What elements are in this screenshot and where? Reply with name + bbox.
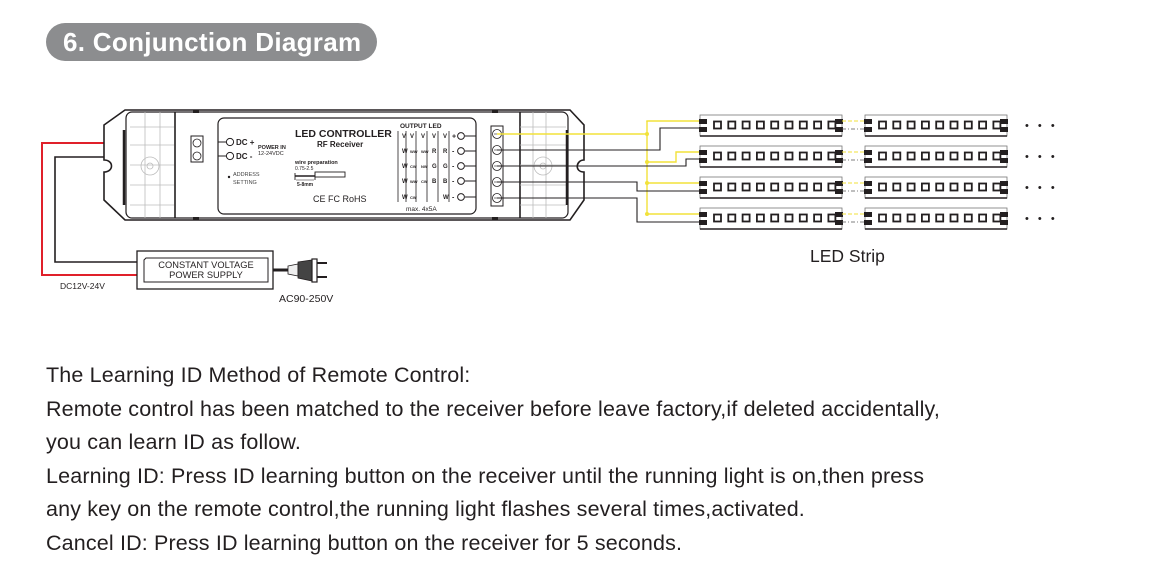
led-strip-segment: [864, 114, 1008, 137]
continuation-dots: • • •: [1025, 120, 1058, 132]
solder-pad-icon: [699, 220, 707, 225]
solder-pad-icon: [864, 127, 872, 132]
conjunction-diagram: DC + DC - POWER IN 12-24VDC ADDRESS SETT…: [41, 109, 1058, 305]
solder-pad-icon: [699, 127, 707, 132]
setting-label: SETTING: [233, 180, 257, 186]
output-table-cell: B: [443, 179, 448, 185]
led-strip-segment: [864, 176, 1008, 199]
output-terminal-icon: [457, 177, 465, 185]
led-strip-row: • • •: [699, 114, 1058, 137]
solder-pad-icon: [864, 220, 872, 225]
output-table-cell: V: [432, 134, 436, 140]
power-in-range: 12-24VDC: [258, 151, 284, 157]
output-table-cell: CW: [410, 195, 417, 200]
output-terminal-icon: [457, 147, 465, 155]
output-table-cell: CW: [410, 164, 417, 169]
instructions-line-2: you can learn ID as follow.: [46, 430, 302, 454]
learning-id-instructions: The Learning ID Method of Remote Control…: [46, 359, 1146, 560]
output-table-cell: W: [443, 195, 449, 201]
output-table-cell: NW: [421, 164, 428, 169]
address-setting-dot-icon: [227, 175, 231, 179]
solder-pad-icon: [864, 150, 872, 155]
certification-marks: CE FC RoHS: [313, 194, 367, 204]
output-table-cell: W: [402, 179, 408, 185]
output-table-cell: V: [402, 134, 406, 140]
power-supply-line2: POWER SUPPLY: [169, 270, 243, 280]
output-table-cell: W: [402, 149, 408, 155]
led-strips: • • • • • • • • • • • •: [699, 114, 1058, 230]
continuation-dots: • • •: [1025, 182, 1058, 194]
solder-pad-icon: [699, 119, 707, 124]
instructions-line-1: Remote control has been matched to the r…: [46, 396, 940, 421]
junction-dot-icon: [645, 181, 649, 185]
solder-pad-icon: [699, 158, 707, 163]
ac-voltage-label: AC90-250V: [279, 293, 333, 305]
wire-prep-size: 0.75-2.5: [295, 166, 314, 172]
led-strip-segment: [864, 145, 1008, 168]
continuation-dots: • • •: [1025, 151, 1058, 163]
output-table-cell: WW: [410, 149, 418, 154]
led-strip-segment: [699, 207, 843, 230]
output-table-cell: R: [443, 149, 448, 155]
output-terminal-icon: [457, 132, 465, 140]
dc-plus-terminal-icon: [225, 137, 235, 147]
output-terminal-icon: [457, 193, 465, 201]
controller-title: LED CONTROLLER: [295, 128, 392, 140]
power-supply-line1: CONSTANT VOLTAGE: [158, 260, 253, 270]
solder-pad-icon: [699, 181, 707, 186]
instructions-line-3: Learning ID: Press ID learning button on…: [46, 463, 925, 488]
junction-dot-icon: [645, 160, 649, 164]
led-strip-segment: [699, 145, 843, 168]
led-strip-row: • • •: [699, 145, 1058, 168]
wire-strip-length: 5-8mm: [297, 182, 314, 188]
solder-pad-icon: [864, 212, 872, 217]
output-table-cell: V: [410, 134, 414, 140]
instructions-line-5: Cancel ID: Press ID learning button on t…: [46, 530, 683, 555]
led-strip-row: • • •: [699, 207, 1058, 230]
solder-pad-icon: [864, 181, 872, 186]
solder-pad-icon: [699, 189, 707, 194]
led-strip-segment: [864, 207, 1008, 230]
dc-minus-label: DC -: [236, 152, 253, 161]
output-table-cell: R: [432, 149, 437, 155]
output-led-header: OUTPUT LED: [400, 123, 442, 130]
led-strip-segment: [699, 114, 843, 137]
max-rating-label: max. 4x5A: [406, 206, 437, 213]
led-strip-row: • • •: [699, 176, 1058, 199]
solder-pad-icon: [864, 189, 872, 194]
solder-pad-icon: [864, 119, 872, 124]
output-table-cell: B: [432, 179, 437, 185]
junction-dot-icon: [645, 132, 649, 136]
instructions-line-4: any key on the remote control,the runnin…: [46, 497, 805, 521]
input-terminal-block: [190, 135, 204, 163]
solder-pad-icon: [699, 150, 707, 155]
output-terminal-sign: +: [452, 134, 456, 141]
led-strip-segment: [699, 176, 843, 199]
ac-plug-icon: [287, 258, 327, 283]
instructions-heading: The Learning ID Method of Remote Control…: [46, 363, 471, 387]
output-table-cell: W: [402, 195, 408, 201]
output-table-cell: G: [443, 164, 448, 170]
output-table-cell: W: [402, 164, 408, 170]
dc-voltage-label: DC12V-24V: [60, 281, 105, 291]
solder-pad-icon: [699, 212, 707, 217]
output-table-cell: CW: [421, 179, 428, 184]
power-supply: CONSTANT VOLTAGE POWER SUPPLY DC12V-24V …: [60, 250, 333, 305]
solder-pad-icon: [864, 158, 872, 163]
output-table-cell: WW: [410, 179, 418, 184]
continuation-dots: • • •: [1025, 213, 1058, 225]
led-controller: DC + DC - POWER IN 12-24VDC ADDRESS SETT…: [103, 109, 585, 221]
output-table-cell: V: [443, 134, 447, 140]
junction-dot-icon: [645, 212, 649, 216]
led-strip-label: LED Strip: [810, 246, 885, 266]
controller-subtitle: RF Receiver: [317, 140, 363, 149]
dc-plus-label: DC +: [236, 138, 255, 147]
dc-minus-terminal-icon: [225, 151, 235, 161]
output-table-cell: WW: [421, 149, 429, 154]
output-terminal-icon: [457, 162, 465, 170]
output-table-cell: V: [421, 134, 425, 140]
output-table-cell: G: [432, 164, 437, 170]
address-label: ADDRESS: [233, 172, 260, 178]
